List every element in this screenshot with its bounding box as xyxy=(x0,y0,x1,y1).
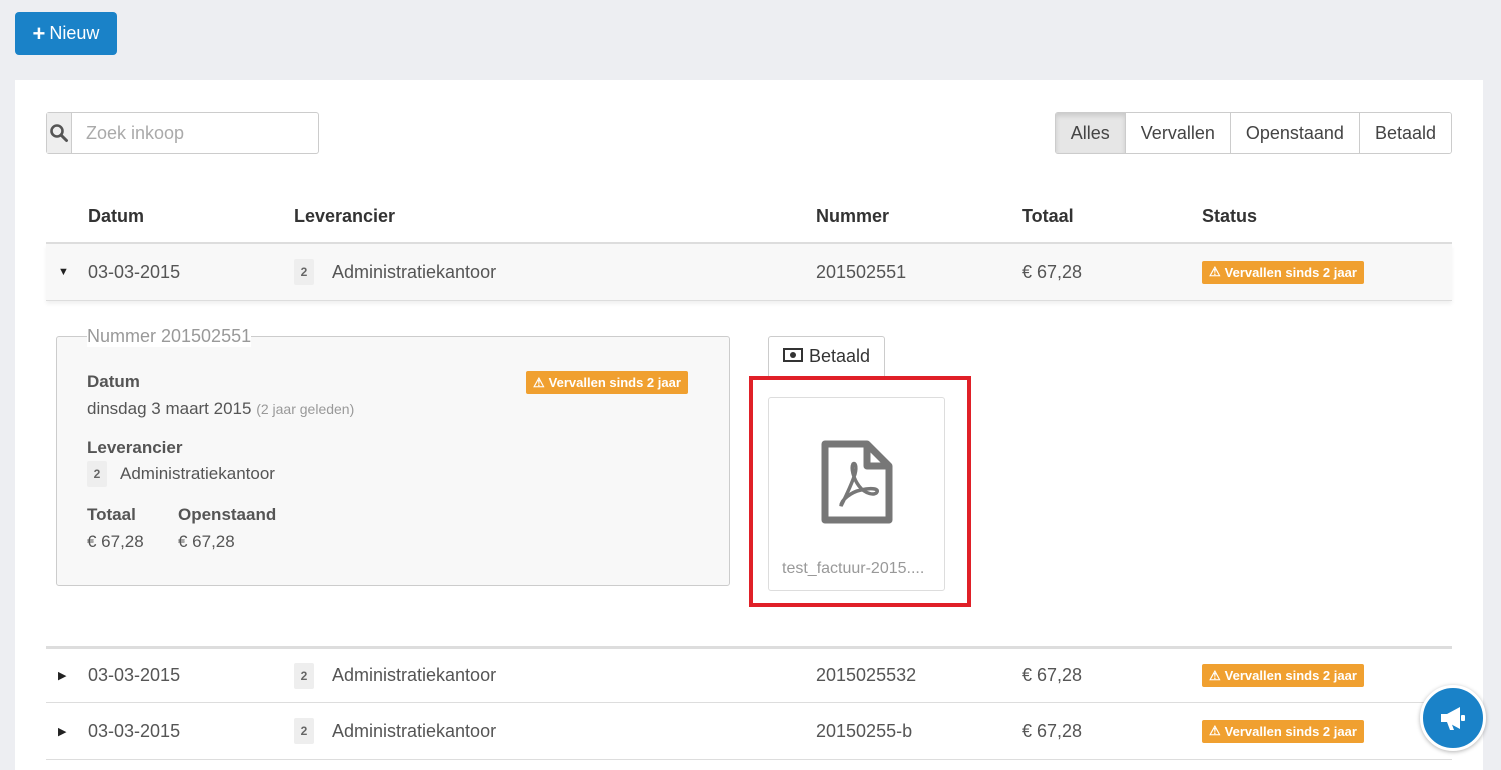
status-badge: ⚠ Vervallen sinds 2 jaar xyxy=(1202,664,1364,687)
row-leverancier-name: Administratiekantoor xyxy=(332,261,497,282)
detail-legend: Nummer 201502551 xyxy=(87,326,252,347)
detail-openstaand-value: € 67,28 xyxy=(178,532,235,551)
row-datum: 03-03-2015 xyxy=(88,261,181,282)
row-totaal: € 67,28 xyxy=(1022,261,1083,282)
detail-totaal-label: Totaal xyxy=(87,505,136,524)
mark-paid-label: Betaald xyxy=(808,346,871,366)
search-input[interactable] xyxy=(72,113,318,153)
detail-datum-label: Datum xyxy=(87,372,140,391)
detail-totaal-value: € 67,28 xyxy=(87,532,144,551)
filter-vervallen[interactable]: Vervallen xyxy=(1124,113,1230,153)
status-badge-text: Vervallen sinds 2 jaar xyxy=(1224,668,1357,683)
warning-icon: ⚠ xyxy=(1209,723,1221,738)
status-badge-text: Vervallen sinds 2 jaar xyxy=(1224,264,1357,280)
purchases-panel: Alles Vervallen Openstaand Betaald Datum… xyxy=(15,80,1483,770)
row-leverancier: 2 Administratiekantoor xyxy=(294,649,496,702)
table-row[interactable]: ▶ 03-03-2015 2 Administratiekantoor 2015… xyxy=(46,703,1452,760)
row-nummer: 2015025532 xyxy=(816,665,917,685)
row-leverancier-name: Administratiekantoor xyxy=(332,665,497,685)
detail-fieldset: Nummer 201502551 Datum dinsdag 3 maart 2… xyxy=(56,326,730,586)
search-icon xyxy=(47,113,72,153)
caret-right-icon[interactable]: ▶ xyxy=(58,649,66,702)
supplier-number-badge: 2 xyxy=(294,718,314,744)
row-datum: 03-03-2015 xyxy=(88,720,181,741)
megaphone-icon[interactable] xyxy=(1420,685,1486,751)
header-datum[interactable]: Datum xyxy=(88,190,144,242)
row-totaal: € 67,28 xyxy=(1022,720,1083,741)
status-badge: ⚠ Vervallen sinds 2 jaar xyxy=(1202,719,1364,743)
row-leverancier: 2 Administratiekantoor xyxy=(294,244,496,300)
detail-datum-text: dinsdag 3 maart 2015 xyxy=(87,399,252,418)
plus-icon: + xyxy=(32,20,46,46)
supplier-number-badge: 2 xyxy=(294,662,314,689)
detail-openstaand-label: Openstaand xyxy=(178,505,277,524)
attachment-filename: test_factuur-2015.... xyxy=(782,560,925,577)
pdf-file-icon xyxy=(821,440,893,529)
row-datum: 03-03-2015 xyxy=(88,665,181,685)
mark-paid-button[interactable]: Betaald xyxy=(768,336,885,376)
supplier-number-badge: 2 xyxy=(294,259,314,285)
row-status: ⚠ Vervallen sinds 2 jaar xyxy=(1202,244,1364,300)
status-badge: ⚠ Vervallen sinds 2 jaar xyxy=(1202,260,1364,284)
warning-icon: ⚠ xyxy=(533,374,545,390)
row-status: ⚠ Vervallen sinds 2 jaar xyxy=(1202,649,1364,702)
table-row[interactable]: ▼ 03-03-2015 2 Administratiekantoor 2015… xyxy=(46,244,1452,301)
table-row[interactable]: ▶ 03-03-2015 2 Administratiekantoor 2015… xyxy=(46,646,1452,703)
detail-leverancier-value: 2 Administratiekantoor xyxy=(87,461,275,487)
detail-leverancier-name[interactable]: Administratiekantoor xyxy=(120,464,275,484)
row-totaal: € 67,28 xyxy=(1022,665,1083,685)
detail-leverancier-label: Leverancier xyxy=(87,438,183,457)
filter-openstaand[interactable]: Openstaand xyxy=(1229,113,1359,153)
header-leverancier[interactable]: Leverancier xyxy=(294,190,395,242)
status-filter-group: Alles Vervallen Openstaand Betaald xyxy=(1054,112,1452,154)
attachment-card[interactable]: test_factuur-2015.... xyxy=(768,397,945,591)
header-status[interactable]: Status xyxy=(1202,190,1257,242)
search-box xyxy=(46,112,319,154)
detail-datum-value: dinsdag 3 maart 2015 (2 jaar geleden) xyxy=(87,399,354,419)
status-badge-text: Vervallen sinds 2 jaar xyxy=(1224,723,1357,739)
warning-icon: ⚠ xyxy=(1209,264,1221,279)
new-button-label: Nieuw xyxy=(49,23,100,43)
row-leverancier: 2 Administratiekantoor xyxy=(294,703,496,759)
new-button[interactable]: + Nieuw xyxy=(15,12,117,55)
table-header: Datum Leverancier Nummer Totaal Status xyxy=(46,190,1452,244)
filter-betaald[interactable]: Betaald xyxy=(1358,113,1451,153)
row-nummer: 20150255-b xyxy=(816,720,913,741)
money-icon xyxy=(782,346,803,367)
caret-right-icon[interactable]: ▶ xyxy=(58,703,66,759)
filter-alles[interactable]: Alles xyxy=(1055,113,1125,153)
row-leverancier-name: Administratiekantoor xyxy=(332,720,497,741)
header-nummer[interactable]: Nummer xyxy=(816,190,889,242)
row-status: ⚠ Vervallen sinds 2 jaar xyxy=(1202,703,1364,759)
detail-status-badge: ⚠ Vervallen sinds 2 jaar xyxy=(526,371,688,394)
supplier-number-badge: 2 xyxy=(87,461,107,487)
row-nummer: 201502551 xyxy=(816,261,907,282)
detail-status-text: Vervallen sinds 2 jaar xyxy=(548,375,681,390)
warning-icon: ⚠ xyxy=(1209,667,1221,683)
detail-datum-relative: (2 jaar geleden) xyxy=(256,401,355,417)
caret-down-icon[interactable]: ▼ xyxy=(58,244,69,300)
header-totaal[interactable]: Totaal xyxy=(1022,190,1074,242)
